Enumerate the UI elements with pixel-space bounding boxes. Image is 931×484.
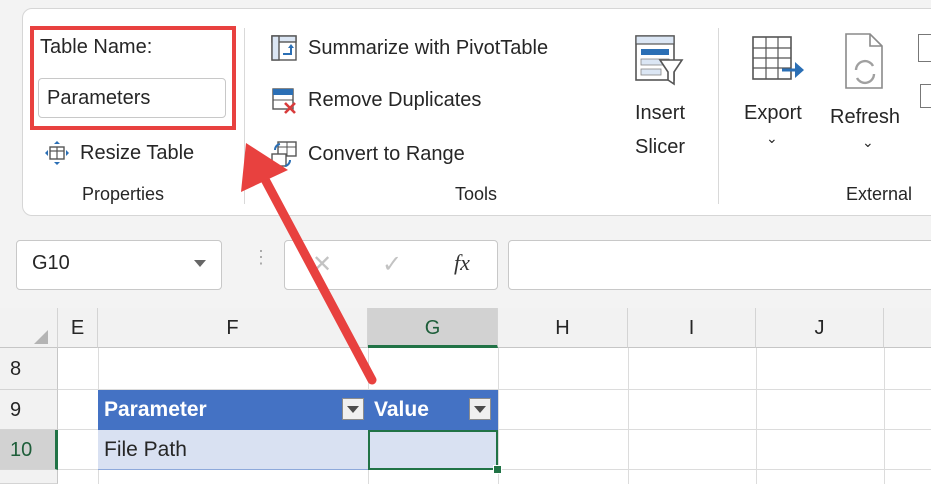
annotation-arrow <box>241 143 377 385</box>
